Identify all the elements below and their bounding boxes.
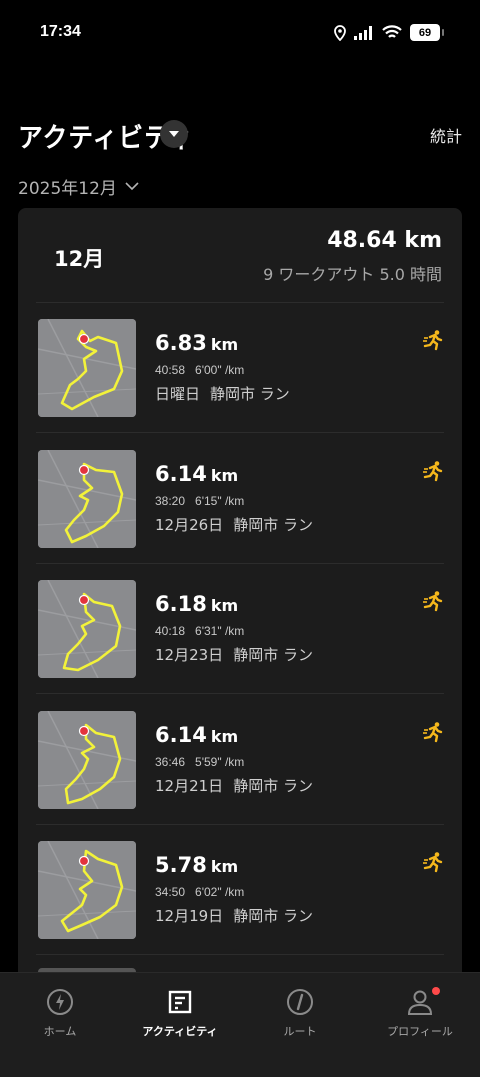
title-dropdown-button[interactable] bbox=[160, 120, 188, 148]
activity-row[interactable]: 6.14 km 38:20 6'15" /km 12月26日 静岡市 ラン bbox=[18, 434, 462, 564]
activity-date: 12月21日 bbox=[155, 776, 224, 795]
activity-list-card: 12月 48.64 km 9 ワークアウト 5.0 時間 6.83 km 40:5… bbox=[18, 208, 462, 1008]
activity-distance-unit: km bbox=[210, 726, 239, 746]
activity-distance-unit: km bbox=[210, 596, 239, 615]
activity-distance-unit: km bbox=[210, 857, 239, 876]
location-icon bbox=[334, 24, 346, 41]
activity-distance-value: 6.83 bbox=[155, 331, 207, 355]
activity-date: 12月26日 bbox=[155, 515, 224, 534]
tab-profile[interactable]: プロフィール bbox=[360, 987, 480, 1043]
activity-pace: 6'02" /km bbox=[195, 885, 245, 899]
activity-meta: 12月21日 静岡市 ラン bbox=[155, 775, 313, 796]
activity-stats: 36:46 5'59" /km bbox=[155, 755, 244, 769]
wifi-icon bbox=[382, 25, 402, 38]
route-map bbox=[38, 319, 136, 417]
battery-icon: 69 bbox=[410, 24, 444, 41]
tab-bar: ホーム アクティビティ ルート プロフィール bbox=[0, 972, 480, 1077]
run-icon bbox=[423, 591, 443, 612]
activity-distance-unit: km bbox=[210, 335, 239, 354]
activity-row[interactable]: 6.14 km 36:46 5'59" /km 12月21日 静岡市 ラン bbox=[18, 695, 462, 825]
activity-duration: 36:46 bbox=[155, 754, 186, 769]
tab-route[interactable]: ルート bbox=[240, 987, 360, 1043]
activity-meta: 日曜日 静岡市 ラン bbox=[155, 383, 290, 404]
month-summary: 12月 48.64 km 9 ワークアウト 5.0 時間 bbox=[18, 208, 462, 302]
route-map bbox=[38, 710, 136, 809]
route-map bbox=[38, 449, 136, 548]
divider bbox=[36, 954, 444, 955]
map-thumbnail[interactable] bbox=[38, 841, 136, 939]
tab-home-label: ホーム bbox=[43, 1025, 77, 1038]
activity-place: 静岡市 ラン bbox=[233, 515, 313, 534]
route-map bbox=[38, 580, 136, 678]
month-selector[interactable]: 2025年12月 bbox=[18, 174, 139, 199]
activity-distance-value: 5.78 bbox=[155, 853, 207, 877]
activity-meta: 12月19日 静岡市 ラン bbox=[155, 905, 313, 926]
run-icon bbox=[423, 852, 443, 873]
activity-duration: 38:20 bbox=[155, 493, 186, 508]
bolt-icon bbox=[47, 989, 73, 1015]
activity-distance: 6.18 km bbox=[155, 592, 238, 616]
notification-dot bbox=[432, 987, 440, 995]
caret-down-icon bbox=[169, 131, 179, 137]
status-time: 17:34 bbox=[40, 23, 81, 40]
tab-route-label: ルート bbox=[283, 1025, 317, 1038]
activity-pace: 5'59" /km bbox=[195, 754, 245, 769]
tab-activity[interactable]: アクティビティ bbox=[120, 987, 240, 1043]
activity-meta: 12月23日 静岡市 ラン bbox=[155, 644, 313, 665]
activity-distance-value: 6.18 bbox=[155, 592, 207, 616]
month-selector-label: 2025年12月 bbox=[18, 179, 117, 199]
activity-distance: 5.78 km bbox=[155, 853, 238, 877]
run-icon bbox=[423, 721, 443, 742]
activity-stats: 34:50 6'02" /km bbox=[155, 885, 244, 899]
header: アクティビティ 統計 bbox=[0, 110, 480, 160]
activity-meta: 12月26日 静岡市 ラン bbox=[155, 514, 313, 535]
activity-row[interactable]: 5.78 km 34:50 6'02" /km 12月19日 静岡市 ラン bbox=[18, 825, 462, 955]
tab-profile-label: プロフィール bbox=[387, 1025, 453, 1038]
activity-duration: 40:58 bbox=[155, 363, 186, 377]
signal-icon bbox=[354, 25, 372, 40]
run-icon bbox=[423, 460, 443, 481]
map-thumbnail[interactable] bbox=[38, 580, 136, 678]
activity-distance: 6.14 km bbox=[155, 462, 238, 486]
activity-place: 静岡市 ラン bbox=[233, 907, 313, 925]
activity-date: 日曜日 bbox=[155, 385, 201, 403]
status-bar: 17:34 69 bbox=[0, 0, 480, 68]
activity-duration: 40:18 bbox=[155, 624, 186, 638]
route-map bbox=[38, 841, 136, 939]
summary-workouts-time: 9 ワークアウト 5.0 時間 bbox=[263, 265, 442, 284]
map-thumbnail[interactable] bbox=[38, 319, 136, 417]
activity-place: 静岡市 ラン bbox=[233, 776, 313, 795]
activity-duration: 34:50 bbox=[155, 885, 186, 899]
chevron-down-icon bbox=[125, 182, 139, 191]
activity-stats: 38:20 6'15" /km bbox=[155, 494, 244, 508]
activity-place: 静岡市 ラン bbox=[233, 646, 313, 664]
activity-pace: 6'15" /km bbox=[195, 493, 245, 508]
compass-icon bbox=[287, 989, 313, 1015]
stats-link[interactable]: 統計 bbox=[430, 123, 462, 147]
activity-row[interactable]: 6.18 km 40:18 6'31" /km 12月23日 静岡市 ラン bbox=[18, 564, 462, 694]
map-thumbnail[interactable] bbox=[38, 710, 136, 809]
activity-date: 12月19日 bbox=[155, 907, 224, 925]
activity-pace: 6'31" /km bbox=[195, 624, 245, 638]
activity-place: 静岡市 ラン bbox=[210, 385, 290, 403]
tab-home[interactable]: ホーム bbox=[0, 987, 120, 1043]
summary-distance: 48.64 km bbox=[327, 228, 442, 253]
activity-date: 12月23日 bbox=[155, 646, 224, 664]
run-icon bbox=[423, 330, 443, 351]
activity-stats: 40:58 6'00" /km bbox=[155, 363, 244, 377]
activity-icon bbox=[168, 990, 192, 1014]
status-icons: 69 bbox=[334, 24, 444, 41]
activity-distance-unit: km bbox=[210, 465, 239, 485]
tab-activity-label: アクティビティ bbox=[142, 1025, 218, 1038]
activity-row[interactable]: 6.83 km 40:58 6'00" /km 日曜日 静岡市 ラン bbox=[18, 303, 462, 433]
activity-stats: 40:18 6'31" /km bbox=[155, 624, 244, 638]
profile-icon bbox=[407, 990, 433, 1015]
activity-distance-value: 6.14 bbox=[155, 461, 207, 486]
activity-distance-value: 6.14 bbox=[155, 722, 207, 747]
summary-month: 12月 bbox=[54, 247, 105, 271]
map-thumbnail[interactable] bbox=[38, 449, 136, 548]
activity-distance: 6.14 km bbox=[155, 723, 238, 747]
activity-distance: 6.83 km bbox=[155, 331, 238, 355]
activity-pace: 6'00" /km bbox=[195, 363, 245, 377]
